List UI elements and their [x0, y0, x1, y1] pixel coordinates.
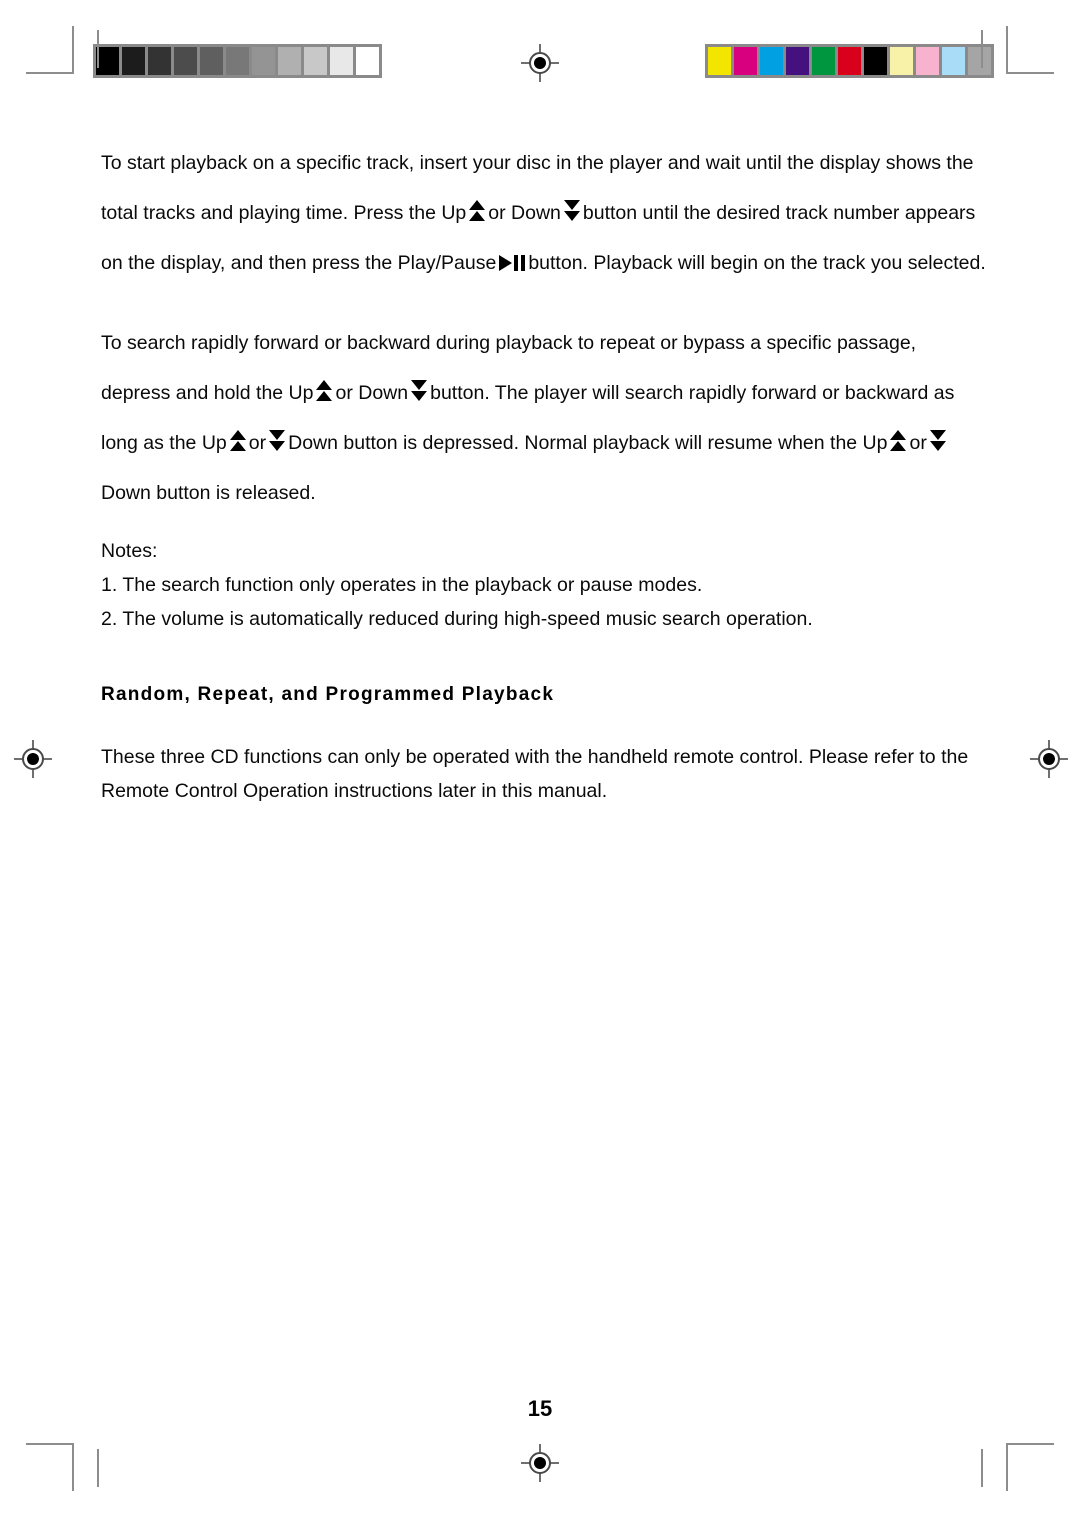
paragraph-rapid-search: To search rapidly forward or backward du…	[101, 318, 987, 518]
crop-mark-bottom-right	[981, 1443, 1054, 1503]
gray-swatch-9	[330, 47, 353, 75]
notes-label: Notes:	[101, 540, 158, 562]
up-button-icon	[316, 380, 333, 402]
color-swatch-4	[812, 47, 835, 75]
gray-swatch-0	[96, 47, 119, 75]
up-button-icon	[229, 430, 246, 452]
color-calibration-strip	[705, 44, 994, 78]
paragraph-text: or	[248, 432, 267, 454]
paragraph-text: button. Playback will begin on the track…	[528, 252, 986, 274]
grayscale-calibration-strip	[93, 44, 382, 78]
note-item: 1. The search function only operates in …	[101, 574, 703, 596]
color-swatch-8	[916, 47, 939, 75]
down-button-icon	[563, 200, 580, 222]
crop-mark-tick	[981, 30, 983, 68]
gray-swatch-2	[148, 47, 171, 75]
registration-dot	[1043, 753, 1055, 765]
registration-target-icon	[521, 1444, 559, 1482]
gray-swatch-10	[356, 47, 379, 75]
crop-mark-line	[26, 72, 74, 74]
paragraph-text: Down button is depressed. Normal playbac…	[288, 432, 888, 454]
crop-mark-line	[1006, 1443, 1008, 1491]
crop-mark-line	[1006, 1443, 1054, 1445]
registration-dot	[534, 1457, 546, 1469]
registration-dot	[534, 57, 546, 69]
manual-body-content: To start playback on a specific track, i…	[101, 138, 987, 808]
color-swatch-10	[968, 47, 991, 75]
color-swatch-2	[760, 47, 783, 75]
page-number: 15	[527, 1396, 553, 1421]
registration-dot	[27, 753, 39, 765]
document-page: To start playback on a specific track, i…	[0, 0, 1080, 1528]
color-swatch-6	[864, 47, 887, 75]
color-swatch-9	[942, 47, 965, 75]
gray-swatch-8	[304, 47, 327, 75]
down-button-icon	[411, 380, 428, 402]
crop-mark-tick	[981, 1449, 983, 1487]
crop-mark-line	[1006, 26, 1008, 74]
color-swatch-5	[838, 47, 861, 75]
section-heading-random-repeat-programmed: Random, Repeat, and Programmed Playback	[101, 684, 555, 705]
down-button-icon	[269, 430, 286, 452]
gray-swatch-3	[174, 47, 197, 75]
crop-mark-tick	[97, 1449, 99, 1487]
color-swatch-1	[734, 47, 757, 75]
registration-target-icon	[1030, 740, 1068, 778]
color-swatch-0	[708, 47, 731, 75]
crop-mark-line	[72, 26, 74, 74]
gray-swatch-6	[252, 47, 275, 75]
registration-target-icon	[14, 740, 52, 778]
paragraph-remote-control: These three CD functions can only be ope…	[101, 746, 969, 802]
crop-mark-tick	[97, 30, 99, 68]
up-button-icon	[469, 200, 486, 222]
crop-mark-top-right	[981, 26, 1054, 86]
crop-mark-line	[72, 1443, 74, 1491]
paragraph-text: Down button is released.	[101, 482, 316, 504]
crop-mark-line	[26, 1443, 74, 1445]
gray-swatch-5	[226, 47, 249, 75]
crop-mark-top-left	[26, 26, 99, 86]
gray-swatch-7	[278, 47, 301, 75]
down-button-icon	[929, 430, 946, 452]
gray-swatch-4	[200, 47, 223, 75]
registration-target-icon	[521, 44, 559, 82]
note-item: 2. The volume is automatically reduced d…	[101, 608, 813, 630]
up-button-icon	[890, 430, 907, 452]
color-swatch-7	[890, 47, 913, 75]
crop-mark-bottom-left	[26, 1443, 99, 1503]
paragraph-text: or Down	[335, 382, 409, 404]
play-pause-button-icon	[499, 255, 526, 271]
color-swatch-3	[786, 47, 809, 75]
paragraph-track-selection: To start playback on a specific track, i…	[101, 138, 987, 288]
gray-swatch-1	[122, 47, 145, 75]
paragraph-text: or	[909, 432, 927, 454]
crop-mark-line	[1006, 72, 1054, 74]
paragraph-text: or Down	[488, 202, 561, 224]
